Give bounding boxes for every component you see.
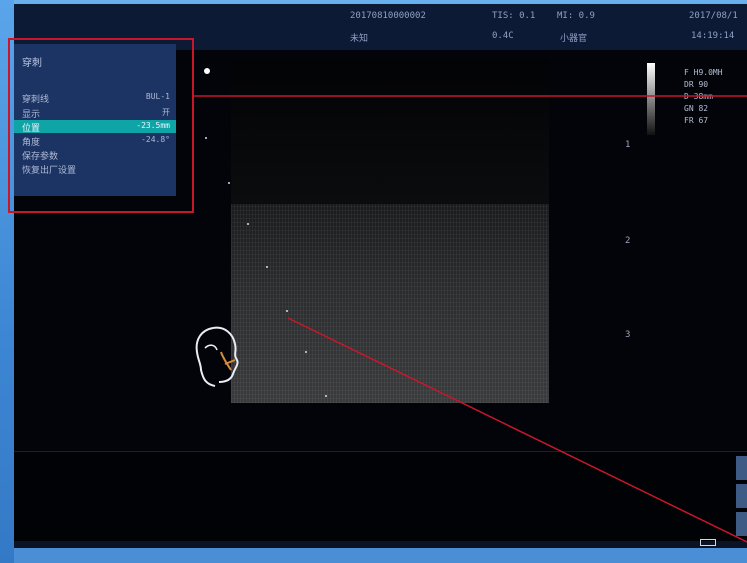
annotation-lines [193,95,747,543]
annotation-line-diagonal [287,317,747,543]
